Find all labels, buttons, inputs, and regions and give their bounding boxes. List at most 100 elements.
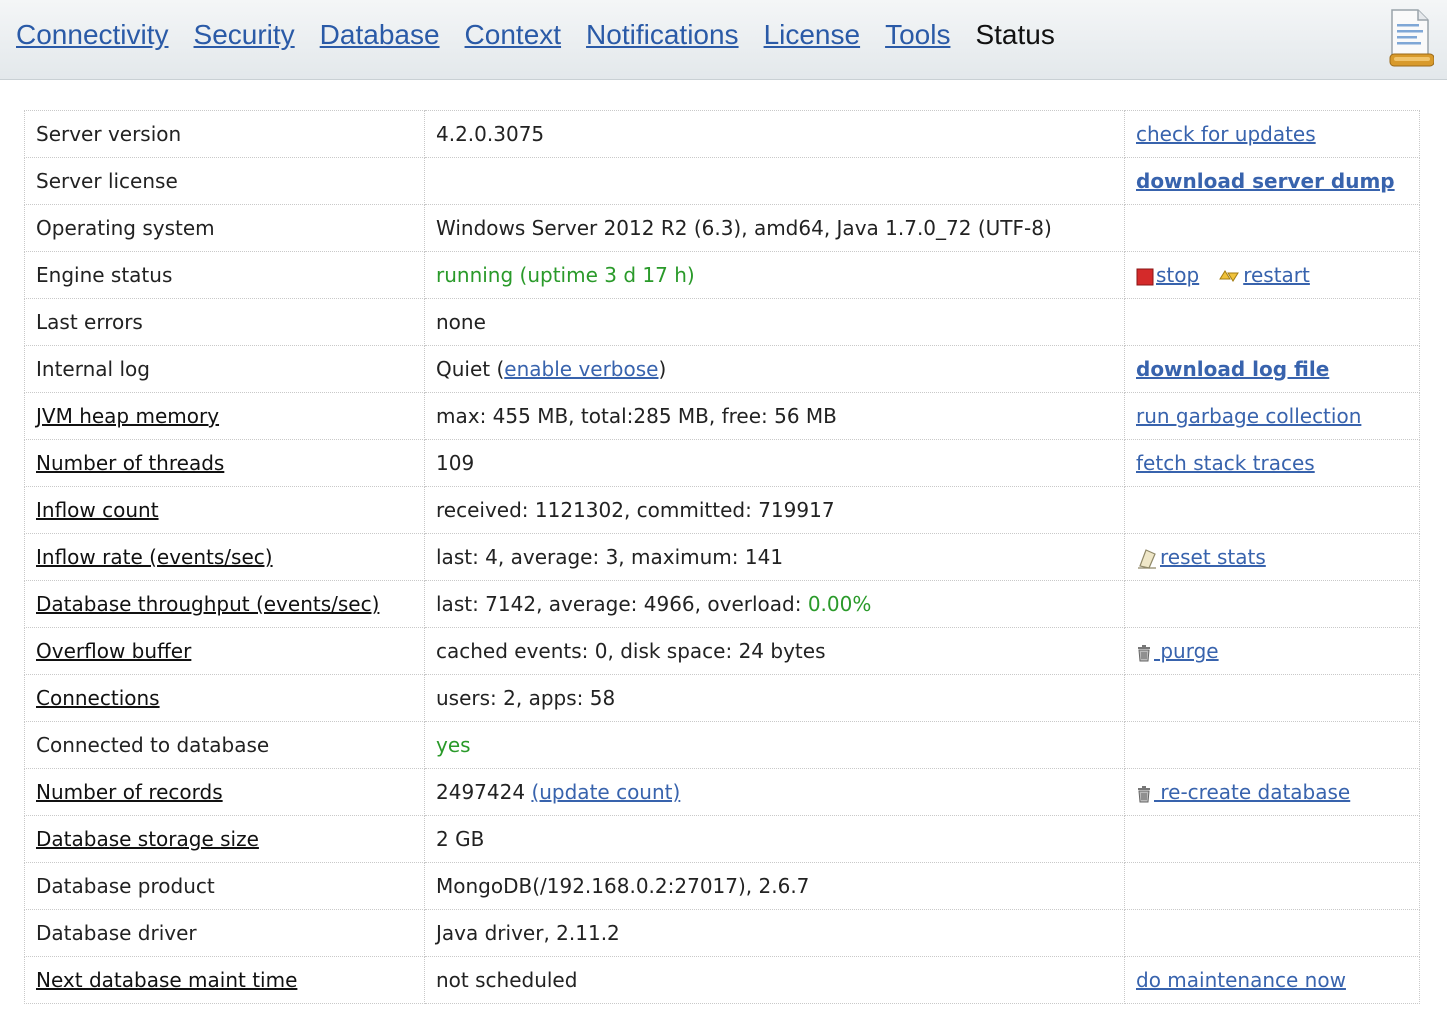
reset-stats-link[interactable]: reset stats xyxy=(1160,545,1266,569)
database-storage-size-link[interactable]: Database storage size xyxy=(36,827,259,851)
table-row: Connections users: 2, apps: 58 xyxy=(24,674,1420,722)
overflow-buffer-link[interactable]: Overflow buffer xyxy=(36,639,191,663)
download-server-dump-link[interactable]: download server dump xyxy=(1136,169,1395,193)
row-action: stop restart xyxy=(1124,251,1420,299)
download-log-file-link[interactable]: download log file xyxy=(1136,357,1329,381)
tab-database[interactable]: Database xyxy=(320,16,440,54)
row-label: Inflow rate (events/sec) xyxy=(24,533,425,581)
table-row: Database driver Java driver, 2.11.2 xyxy=(24,909,1420,957)
row-action: download log file xyxy=(1124,345,1420,393)
number-of-threads-link[interactable]: Number of threads xyxy=(36,451,224,475)
run-garbage-collection-link[interactable]: run garbage collection xyxy=(1136,404,1361,428)
row-action xyxy=(1124,862,1420,910)
records-count: 2497424 xyxy=(436,780,526,804)
row-value: max: 455 MB, total:285 MB, free: 56 MB xyxy=(424,392,1125,440)
fetch-stack-traces-link[interactable]: fetch stack traces xyxy=(1136,451,1315,475)
row-label: Database driver xyxy=(24,909,425,957)
row-value: 2497424 (update count) xyxy=(424,768,1125,816)
enable-verbose-link[interactable]: enable verbose xyxy=(504,357,658,381)
table-row: Operating system Windows Server 2012 R2 … xyxy=(24,204,1420,252)
tab-notifications[interactable]: Notifications xyxy=(586,16,739,54)
engine-status-value: running (uptime 3 d 17 h) xyxy=(424,251,1125,299)
row-label: Server license xyxy=(24,157,425,205)
restart-arrows-icon[interactable] xyxy=(1217,267,1241,287)
row-value: MongoDB(/192.168.0.2:27017), 2.6.7 xyxy=(424,862,1125,910)
tab-context[interactable]: Context xyxy=(465,16,562,54)
table-row: Next database maint time not scheduled d… xyxy=(24,956,1420,1004)
re-create-database-link[interactable]: re-create database xyxy=(1154,780,1350,804)
row-value: Windows Server 2012 R2 (6.3), amd64, Jav… xyxy=(424,204,1125,252)
row-value: not scheduled xyxy=(424,956,1125,1004)
row-value: last: 4, average: 3, maximum: 141 xyxy=(424,533,1125,581)
update-count-link[interactable]: (update count) xyxy=(531,780,680,804)
overload-value: 0.00% xyxy=(807,592,872,616)
row-label: Last errors xyxy=(24,298,425,346)
row-value: last: 7142, average: 4966, overload: 0.0… xyxy=(424,580,1125,628)
row-value: Java driver, 2.11.2 xyxy=(424,909,1125,957)
row-label: Connected to database xyxy=(24,721,425,769)
table-row: Last errors none xyxy=(24,298,1420,346)
row-value: 109 xyxy=(424,439,1125,487)
row-action: purge xyxy=(1124,627,1420,675)
table-row: Database product MongoDB(/192.168.0.2:27… xyxy=(24,862,1420,910)
row-label: Connections xyxy=(24,674,425,722)
trash-icon[interactable] xyxy=(1136,644,1152,662)
table-row: Number of records 2497424 (update count)… xyxy=(24,768,1420,816)
row-action: fetch stack traces xyxy=(1124,439,1420,487)
number-of-records-link[interactable]: Number of records xyxy=(36,780,223,804)
row-value: cached events: 0, disk space: 24 bytes xyxy=(424,627,1125,675)
document-icon[interactable] xyxy=(1386,8,1434,68)
inflow-rate-link[interactable]: Inflow rate (events/sec) xyxy=(36,545,273,569)
row-action: download server dump xyxy=(1124,157,1420,205)
table-row: Overflow buffer cached events: 0, disk s… xyxy=(24,627,1420,675)
row-value: none xyxy=(424,298,1125,346)
row-action: run garbage collection xyxy=(1124,392,1420,440)
table-row: Database storage size 2 GB xyxy=(24,815,1420,863)
row-value: received: 1121302, committed: 719917 xyxy=(424,486,1125,534)
row-label: Inflow count xyxy=(24,486,425,534)
table-row: Server license download server dump xyxy=(24,157,1420,205)
row-label: Next database maint time xyxy=(24,956,425,1004)
restart-link[interactable]: restart xyxy=(1243,263,1310,287)
row-action xyxy=(1124,580,1420,628)
tab-license[interactable]: License xyxy=(764,16,861,54)
row-action: check for updates xyxy=(1124,110,1420,158)
trash-icon[interactable] xyxy=(1136,785,1152,803)
row-action: re-create database xyxy=(1124,768,1420,816)
table-row: Inflow rate (events/sec) last: 4, averag… xyxy=(24,533,1420,581)
do-maintenance-now-link[interactable]: do maintenance now xyxy=(1136,968,1346,992)
row-action xyxy=(1124,721,1420,769)
database-throughput-link[interactable]: Database throughput (events/sec) xyxy=(36,592,379,616)
row-action: do maintenance now xyxy=(1124,956,1420,1004)
tab-connectivity[interactable]: Connectivity xyxy=(16,16,169,54)
jvm-heap-memory-link[interactable]: JVM heap memory xyxy=(36,404,219,428)
row-label: Number of threads xyxy=(24,439,425,487)
row-label: JVM heap memory xyxy=(24,392,425,440)
row-value: 2 GB xyxy=(424,815,1125,863)
row-label: Engine status xyxy=(24,251,425,299)
purge-link[interactable]: purge xyxy=(1154,639,1218,663)
row-label: Server version xyxy=(24,110,425,158)
tab-security[interactable]: Security xyxy=(194,16,295,54)
inflow-count-link[interactable]: Inflow count xyxy=(36,498,159,522)
row-label: Database storage size xyxy=(24,815,425,863)
stop-square-icon[interactable] xyxy=(1136,268,1154,286)
table-row: JVM heap memory max: 455 MB, total:285 M… xyxy=(24,392,1420,440)
tab-bar: Connectivity Security Database Context N… xyxy=(16,16,1080,54)
tab-tools[interactable]: Tools xyxy=(885,16,950,54)
table-row: Connected to database yes xyxy=(24,721,1420,769)
next-maint-time-link[interactable]: Next database maint time xyxy=(36,968,297,992)
table-row: Database throughput (events/sec) last: 7… xyxy=(24,580,1420,628)
connections-link[interactable]: Connections xyxy=(36,686,160,710)
row-value: Quiet (enable verbose) xyxy=(424,345,1125,393)
table-row: Engine status running (uptime 3 d 17 h) … xyxy=(24,251,1420,299)
stop-link[interactable]: stop xyxy=(1156,263,1199,287)
row-value xyxy=(424,157,1125,205)
row-label: Database product xyxy=(24,862,425,910)
check-for-updates-link[interactable]: check for updates xyxy=(1136,122,1316,146)
eraser-icon[interactable] xyxy=(1136,548,1158,570)
table-row: Inflow count received: 1121302, committe… xyxy=(24,486,1420,534)
row-action xyxy=(1124,204,1420,252)
row-action xyxy=(1124,486,1420,534)
row-label: Database throughput (events/sec) xyxy=(24,580,425,628)
